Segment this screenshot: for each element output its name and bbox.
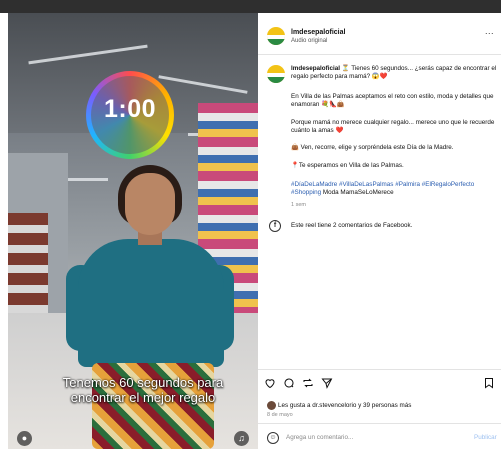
caption-hashtags: #DíaDeLaMadre #VillaDeLasPalmas #Palmira…	[291, 181, 499, 197]
emoji-icon[interactable]: ☺	[267, 432, 279, 444]
repost-icon[interactable]	[302, 377, 314, 389]
likes-summary[interactable]: Les gusta a dr.stevencelorio y 39 person…	[278, 402, 411, 409]
facebook-comments-note: Este reel tiene 2 comentarios de Faceboo…	[291, 222, 413, 229]
caption-username[interactable]: lmdesepaloficial	[291, 65, 340, 72]
avatar[interactable]	[267, 27, 285, 45]
countdown-timer: 1:00	[103, 95, 157, 123]
presenter-face	[125, 173, 175, 235]
caption-paragraph-3: Porque mamá no merece cualquier regalo..…	[291, 119, 499, 135]
video-subtitle-line-2: encontrar el mejor regalo	[70, 390, 216, 405]
product-display	[8, 213, 48, 323]
facebook-icon: f	[269, 220, 281, 232]
post-panel: lmdesepaloficial Audio original ... lmde…	[258, 13, 501, 449]
comment-icon[interactable]	[283, 377, 295, 389]
caption-heart-emoji: ❤️	[335, 127, 344, 135]
liker-avatar[interactable]	[267, 401, 276, 410]
post-username[interactable]: lmdesepaloficial	[291, 29, 345, 36]
caption-avatar[interactable]	[267, 65, 285, 83]
caption-paragraph-3-text: Porque mamá no merece cualquier regalo..…	[291, 119, 495, 135]
caption-paragraph-5: 📍Te esperamos en Villa de las Palmas.	[291, 162, 404, 169]
audio-label[interactable]: Audio original	[291, 38, 327, 44]
speaker-icon[interactable]: ♫	[234, 431, 249, 446]
hashtag-tail: Moda MamaSeLoMerece	[322, 189, 394, 197]
divider	[258, 54, 501, 55]
bookmark-icon[interactable]	[483, 377, 495, 389]
person-icon[interactable]: ●	[17, 431, 32, 446]
caption-paragraph-2: En Villa de las Palmas aceptamos el reto…	[291, 93, 494, 109]
caption-intro: lmdesepaloficial ⏳ Tienes 60 segundos...…	[291, 65, 499, 81]
caption-paragraph-4: 👜 Ven, recorre, elige y sorpréndela este…	[291, 144, 454, 151]
comment-input[interactable]: Agrega un comentario...	[286, 434, 353, 441]
post-date[interactable]: 8 de mayo	[267, 412, 293, 418]
more-options-button[interactable]: ...	[485, 26, 494, 36]
reel-video[interactable]: 1:00 Tenemos 60 segundos para encontrar …	[8, 13, 258, 449]
divider	[258, 369, 501, 370]
caption-time-ago[interactable]: 1 sem	[291, 201, 499, 209]
publish-button[interactable]: Publicar	[474, 434, 497, 441]
video-subtitle-line-1: Tenemos 60 segundos para	[62, 375, 224, 390]
top-bar	[0, 0, 501, 13]
presenter-blouse	[78, 239, 224, 367]
heart-icon[interactable]	[264, 377, 276, 389]
send-icon[interactable]	[321, 377, 333, 389]
divider	[258, 423, 501, 424]
